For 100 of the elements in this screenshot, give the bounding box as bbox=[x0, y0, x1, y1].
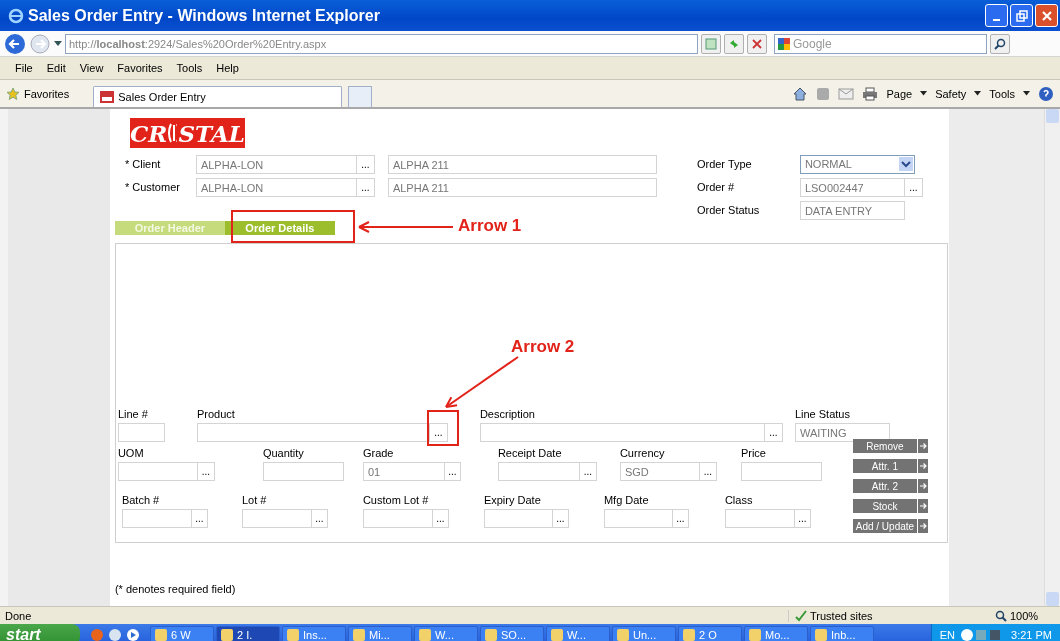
favorites-button[interactable]: Favorites bbox=[24, 87, 70, 100]
input-field[interactable] bbox=[241, 509, 312, 528]
input-field[interactable]: ALPHA-LON bbox=[195, 154, 357, 174]
printer-icon[interactable] bbox=[862, 86, 879, 101]
window-title: Sales Order Entry - Windows Internet Explorer bbox=[28, 6, 381, 25]
input-field[interactable]: LSO002447 bbox=[799, 177, 905, 197]
start-button[interactable]: start bbox=[0, 624, 80, 641]
arrow-icon[interactable] bbox=[917, 439, 928, 453]
app-icon bbox=[815, 628, 827, 641]
dropdown-field[interactable]: NORMAL bbox=[799, 154, 915, 174]
dropdown-icon[interactable] bbox=[54, 40, 62, 47]
input-field[interactable] bbox=[117, 423, 165, 442]
field-label: * Client bbox=[124, 158, 162, 170]
taskbar-button[interactable]: 2 O bbox=[678, 625, 742, 641]
input-field[interactable] bbox=[603, 509, 673, 528]
command-menu[interactable]: Tools bbox=[989, 87, 1015, 100]
caret-icon[interactable] bbox=[1023, 91, 1030, 96]
action-button[interactable]: Add / Update bbox=[852, 519, 917, 533]
search-button[interactable] bbox=[990, 33, 1010, 54]
taskbar-button[interactable]: Inb... bbox=[810, 625, 874, 641]
menu-item[interactable]: Favorites bbox=[117, 62, 163, 74]
address-field[interactable]: http://localhost:2924/Sales%20Order%20Entry.aspx bbox=[65, 33, 698, 54]
media-icon[interactable] bbox=[126, 627, 140, 641]
action-button[interactable]: Attr. 2 bbox=[852, 479, 917, 493]
taskbar-button[interactable]: 2 I. bbox=[216, 625, 280, 641]
app-icon bbox=[155, 628, 167, 641]
logo-text: CR bbox=[129, 119, 168, 147]
taskbar-button[interactable]: Un... bbox=[612, 625, 676, 641]
menu-item[interactable]: Tools bbox=[176, 62, 203, 74]
field-label: Class bbox=[724, 493, 754, 507]
arrow-icon[interactable] bbox=[917, 459, 928, 473]
field-label: Line Status bbox=[794, 407, 851, 421]
restore-icon bbox=[1015, 9, 1028, 22]
input-field[interactable] bbox=[117, 462, 198, 481]
check-icon bbox=[795, 609, 807, 622]
menu-item[interactable]: View bbox=[79, 62, 104, 74]
command-menu[interactable]: Page bbox=[886, 87, 913, 100]
input-field[interactable] bbox=[362, 509, 433, 528]
field-label: Mfg Date bbox=[603, 493, 650, 507]
help-icon[interactable] bbox=[1038, 85, 1054, 102]
field-label: Currency bbox=[619, 446, 666, 460]
input-field[interactable]: 01 bbox=[362, 462, 445, 481]
caret-icon[interactable] bbox=[920, 91, 928, 96]
menu-item[interactable]: Edit bbox=[46, 62, 66, 74]
input-field[interactable] bbox=[121, 509, 192, 528]
input-field[interactable]: SGD bbox=[619, 462, 700, 481]
taskbar-button[interactable]: Ins... bbox=[282, 625, 346, 641]
language-indicator[interactable]: EN bbox=[939, 628, 956, 641]
input-field[interactable] bbox=[483, 509, 553, 528]
field-label: Batch # bbox=[121, 493, 161, 507]
arrow-icon[interactable] bbox=[917, 519, 928, 533]
browser-tab[interactable]: Sales Order Entry bbox=[93, 86, 343, 107]
close-button[interactable] bbox=[1035, 4, 1058, 27]
input-field[interactable] bbox=[740, 462, 822, 481]
back-icon[interactable] bbox=[4, 32, 26, 55]
app-icon[interactable] bbox=[108, 627, 122, 641]
taskbar-button[interactable]: SO... bbox=[480, 625, 544, 641]
zoom-icon[interactable] bbox=[995, 609, 1007, 622]
field-label: Order # bbox=[696, 181, 736, 193]
app-icon bbox=[221, 628, 233, 641]
taskbar-button[interactable]: 6 W bbox=[150, 625, 214, 641]
home-icon[interactable] bbox=[792, 86, 809, 101]
refresh-button[interactable] bbox=[724, 33, 744, 54]
caret-icon[interactable] bbox=[974, 91, 982, 96]
app-icon bbox=[287, 628, 299, 641]
field-label: Custom Lot # bbox=[362, 493, 430, 507]
required-note: (* denotes required field) bbox=[114, 583, 237, 595]
command-menu[interactable]: Safety bbox=[935, 87, 967, 100]
browser-icon bbox=[8, 7, 24, 24]
taskbar-button[interactable]: W... bbox=[546, 625, 610, 641]
input-field[interactable] bbox=[479, 423, 765, 442]
arrow-icon[interactable] bbox=[917, 499, 928, 513]
action-button[interactable]: Attr. 1 bbox=[852, 459, 917, 473]
input-field[interactable]: ALPHA-LON bbox=[195, 177, 357, 197]
taskbar-button[interactable]: Mi... bbox=[348, 625, 412, 641]
restore-button[interactable] bbox=[1010, 4, 1033, 27]
taskbar-button[interactable]: Mo... bbox=[744, 625, 808, 641]
app-icon bbox=[683, 628, 695, 641]
zoom-level[interactable]: 100% bbox=[1010, 609, 1039, 622]
field-label: Receipt Date bbox=[497, 446, 563, 460]
input-field[interactable]: ALPHA 211 bbox=[387, 154, 657, 174]
input-field[interactable] bbox=[196, 423, 430, 442]
input-field[interactable]: ALPHA 211 bbox=[387, 177, 657, 197]
input-field[interactable] bbox=[724, 509, 795, 528]
arrow-icon[interactable] bbox=[917, 479, 928, 493]
taskbar-button[interactable]: W... bbox=[414, 625, 478, 641]
input-field[interactable] bbox=[262, 462, 344, 481]
minimize-button[interactable] bbox=[985, 4, 1008, 27]
input-field[interactable] bbox=[497, 462, 580, 481]
action-button[interactable]: Stock bbox=[852, 499, 917, 513]
input-field[interactable]: WAITING bbox=[794, 423, 890, 442]
compatibility-button[interactable] bbox=[701, 33, 721, 54]
input-field[interactable]: DATA ENTRY bbox=[799, 200, 905, 220]
stop-button[interactable] bbox=[747, 33, 767, 54]
action-button[interactable]: Remove bbox=[852, 439, 917, 453]
mail-icon[interactable] bbox=[838, 87, 855, 100]
menu-item[interactable]: Help bbox=[216, 62, 239, 74]
menu-item[interactable]: File bbox=[15, 62, 33, 74]
page-icon bbox=[705, 37, 717, 50]
search-field[interactable]: Google bbox=[774, 33, 987, 54]
